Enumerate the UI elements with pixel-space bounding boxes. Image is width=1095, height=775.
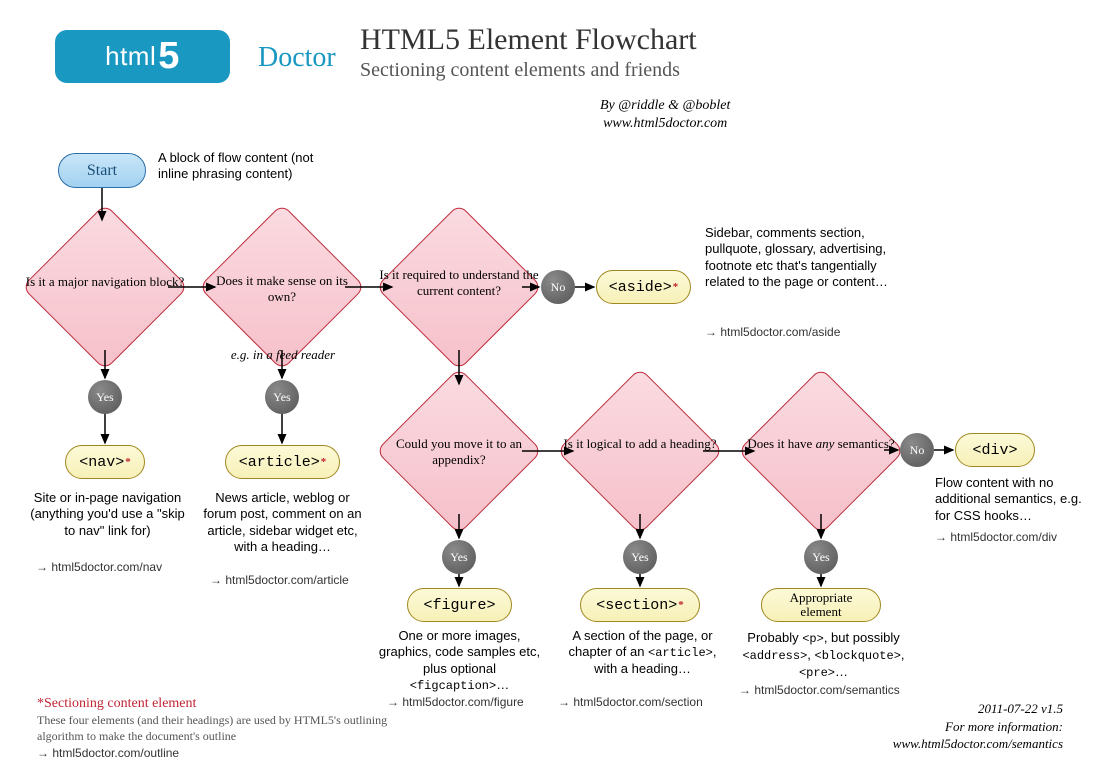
flowchart-arrows bbox=[0, 0, 1095, 775]
logo: html5 bbox=[55, 30, 230, 83]
logo-five: 5 bbox=[158, 35, 180, 78]
answer-section: <section>* bbox=[580, 588, 700, 622]
decision-section-text: Is it logical to add a heading? bbox=[560, 436, 720, 452]
decision-semantics-text: Does it have any semantics? bbox=[741, 436, 901, 452]
note-feedreader: e.g. in a feed reader bbox=[223, 347, 343, 363]
footnote-body: These four elements (and their headings)… bbox=[37, 713, 417, 744]
page-subtitle: Sectioning content elements and friends bbox=[360, 59, 680, 82]
desc-semantics-yes: Probably <p>, but possibly <address>, <b… bbox=[741, 630, 906, 681]
logo-text: html bbox=[105, 41, 156, 72]
link-article: html5doctor.com/article bbox=[210, 573, 349, 587]
yes-bubble-figure: Yes bbox=[442, 540, 476, 574]
footer-info: 2011-07-22 v1.5 For more information: ww… bbox=[893, 700, 1063, 753]
desc-div: Flow content with no additional semantic… bbox=[935, 475, 1085, 524]
yes-bubble-section: Yes bbox=[623, 540, 657, 574]
answer-article: <article>* bbox=[225, 445, 340, 479]
answer-figure: <figure> bbox=[407, 588, 512, 622]
decision-nav-text: Is it a major navigation block? bbox=[25, 274, 185, 290]
footer-date: 2011-07-22 v1.5 bbox=[893, 700, 1063, 718]
footnote-sectioning: *Sectioning content element These four e… bbox=[37, 695, 417, 760]
desc-aside: Sidebar, comments section, pullquote, gl… bbox=[705, 225, 895, 290]
decision-aside-text: Is it required to understand the current… bbox=[379, 267, 539, 298]
answer-nav: <nav>* bbox=[65, 445, 145, 479]
start-note: A block of flow content (not inline phra… bbox=[158, 150, 328, 183]
yes-bubble-nav: Yes bbox=[88, 380, 122, 414]
yes-bubble-article: Yes bbox=[265, 380, 299, 414]
footer-url: www.html5doctor.com/semantics bbox=[893, 735, 1063, 753]
link-section: html5doctor.com/section bbox=[558, 695, 703, 709]
start-node: Start bbox=[58, 153, 146, 188]
link-semantics: html5doctor.com/semantics bbox=[739, 683, 900, 697]
yes-bubble-semantics: Yes bbox=[804, 540, 838, 574]
desc-nav: Site or in-page navigation (anything you… bbox=[25, 490, 190, 539]
footnote-header: *Sectioning content element bbox=[37, 695, 417, 713]
link-aside: html5doctor.com/aside bbox=[705, 325, 840, 339]
footer-more: For more information: bbox=[893, 718, 1063, 736]
footnote-link: html5doctor.com/outline bbox=[37, 746, 417, 762]
answer-appropriate: Appropriateelement bbox=[761, 588, 881, 622]
desc-section: A section of the page, or chapter of an … bbox=[560, 628, 725, 678]
decision-article-text: Does it make sense on its own? bbox=[202, 273, 362, 304]
desc-article: News article, weblog or forum post, comm… bbox=[200, 490, 365, 555]
decision-figure-text: Could you move it to an appendix? bbox=[379, 436, 539, 467]
desc-figure: One or more images, graphics, code sampl… bbox=[377, 628, 542, 694]
byline-url: www.html5doctor.com bbox=[600, 115, 730, 133]
page-title: HTML5 Element Flowchart bbox=[360, 23, 697, 57]
logo-doctor: Doctor bbox=[258, 42, 336, 74]
byline: By @riddle & @boblet www.html5doctor.com bbox=[600, 97, 730, 133]
answer-div: <div> bbox=[955, 433, 1035, 467]
link-div: html5doctor.com/div bbox=[935, 530, 1057, 544]
byline-authors: By @riddle & @boblet bbox=[600, 97, 730, 115]
no-bubble-aside: No bbox=[541, 270, 575, 304]
answer-aside: <aside>* bbox=[596, 270, 691, 304]
link-nav: html5doctor.com/nav bbox=[36, 560, 162, 574]
no-bubble-div: No bbox=[900, 433, 934, 467]
